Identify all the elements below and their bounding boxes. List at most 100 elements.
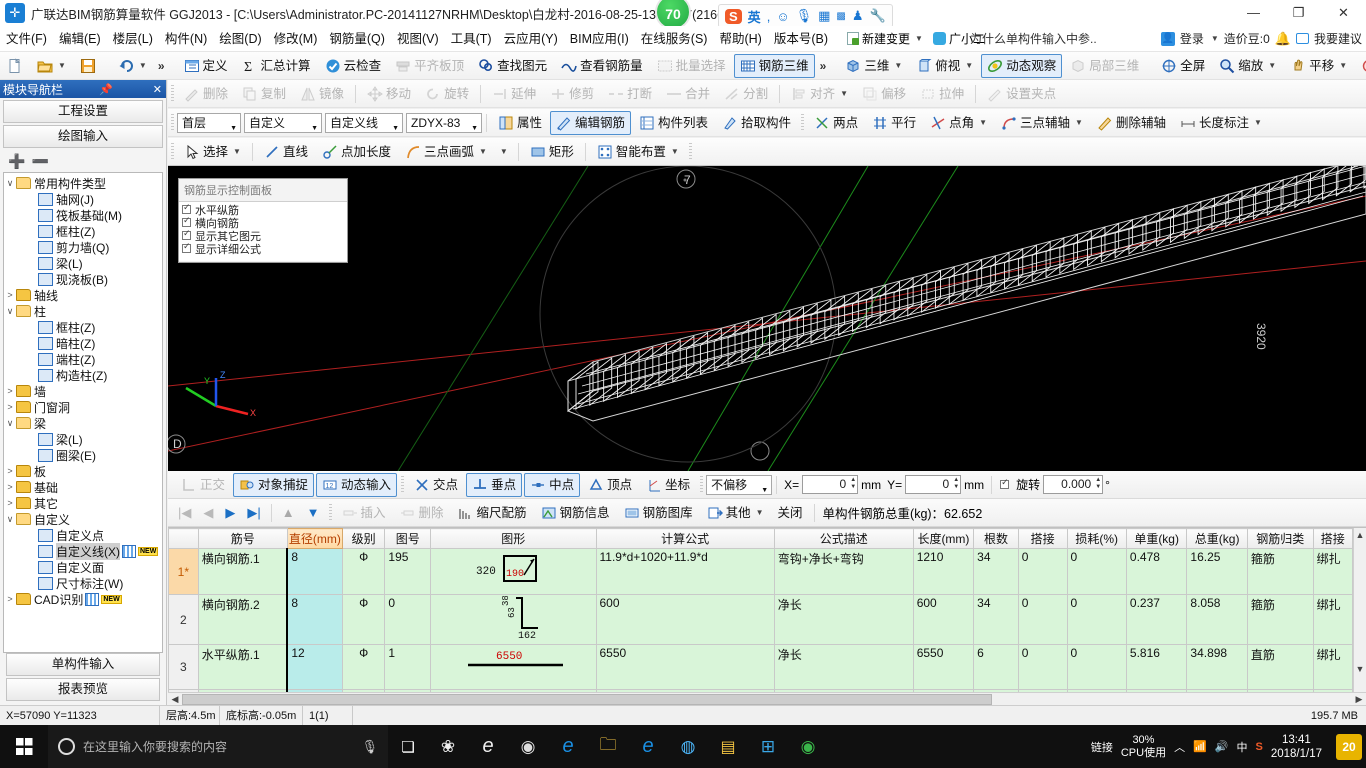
menu-item-edit[interactable]: 编辑(E) xyxy=(53,26,107,52)
tray-expand-icon[interactable]: ︿ xyxy=(1174,739,1185,755)
tray-sogou-icon[interactable]: S xyxy=(1255,741,1262,753)
view-3d-chevron-icon[interactable]: ▼ xyxy=(894,57,902,75)
line-tool-button[interactable]: 直线 xyxy=(258,140,314,164)
move-down-button[interactable]: ▼ xyxy=(301,505,326,520)
rebar-table[interactable]: 筋号 直径(mm) 级别 图号 图形 计算公式 公式描述 长度(mm) 根数 搭… xyxy=(168,528,1354,705)
component-tree[interactable]: ∨ 常用构件类型 轴网(J) 筏板基础(M) 框柱(Z) 剪力墙(Q) 梁(L) 现浇板(B)… xyxy=(3,172,163,653)
length-dim-chevron-icon[interactable]: ▼ xyxy=(1254,114,1262,132)
cell-unit-weight[interactable]: 0.478 xyxy=(1125,548,1188,595)
view-3d-button[interactable]: 三维 ▼ xyxy=(839,54,908,78)
opera-icon[interactable]: ◉ xyxy=(788,725,828,768)
cell-diameter[interactable]: 8 xyxy=(286,548,343,595)
microphone-icon[interactable]: 🎙 xyxy=(361,739,378,755)
point-angle-chevron-icon[interactable]: ▼ xyxy=(979,114,987,132)
th-total-weight[interactable]: 总重(kg) xyxy=(1186,528,1248,549)
zoom-chevron-icon[interactable]: ▼ xyxy=(1268,57,1276,75)
merge-button[interactable]: 合并 xyxy=(660,82,716,106)
snap-group-grip[interactable] xyxy=(401,475,405,494)
tree-item-自定义线x[interactable]: 自定义线(X) NEW xyxy=(4,542,162,560)
ime-settings-icon[interactable]: 🔧 xyxy=(870,8,886,24)
snap-coordinate[interactable]: 坐标 xyxy=(640,473,696,497)
th-lap[interactable]: 搭接 xyxy=(1017,528,1068,549)
row-number[interactable]: 1* xyxy=(168,548,199,595)
minimize-button[interactable]: — xyxy=(1231,0,1276,26)
cell-length[interactable]: 1210 xyxy=(912,548,975,595)
menu-item-floor[interactable]: 楼层(L) xyxy=(107,26,159,52)
cell-lap[interactable]: 0 xyxy=(1017,548,1068,595)
rebar-info-button[interactable]: 钢筋信息 xyxy=(535,501,616,525)
insert-row-button[interactable]: 插入 xyxy=(336,501,392,525)
ime-extra-icon[interactable]: ▩ xyxy=(836,11,845,22)
cell-formula[interactable]: 6550 xyxy=(595,644,775,690)
fullscreen-button[interactable]: 全屏 xyxy=(1155,54,1211,78)
close-icon[interactable]: ✕ xyxy=(149,83,166,96)
tree-item-cad识别[interactable]: > CAD识别 NEW xyxy=(4,591,162,607)
report-preview-button[interactable]: 报表预览 xyxy=(6,678,160,701)
cell-formula-desc[interactable]: 净长 xyxy=(773,594,914,645)
nav-next-button[interactable]: ▶ xyxy=(219,505,241,521)
ime-skin-icon[interactable]: ♟ xyxy=(852,8,864,24)
cell-shape[interactable]: 6550 xyxy=(430,644,597,690)
pan-chevron-icon[interactable]: ▼ xyxy=(1339,57,1347,75)
th-unit-weight[interactable]: 单重(kg) xyxy=(1125,528,1188,549)
tree-item-剪力墙q[interactable]: 剪力墙(Q) xyxy=(4,239,162,255)
grid-vertical-scrollbar[interactable]: ▲ ▼ xyxy=(1353,528,1366,693)
chevron-right-icon[interactable]: > xyxy=(4,498,16,508)
cell-total-weight[interactable]: 16.25 xyxy=(1186,548,1248,595)
cell-count[interactable]: 34 xyxy=(973,548,1019,595)
offset-button[interactable]: 偏移 xyxy=(856,82,912,106)
snap-midpoint[interactable]: 中点 xyxy=(524,472,581,497)
component-toolbar[interactable]: 首层 ▼ 自定义 ▼ 自定义线 ▼ ZDYX-83 ▼ 属性 编辑钢筋 构件列表 xyxy=(168,109,1366,137)
toolbar-grip[interactable] xyxy=(171,84,174,103)
collapse-all-icon[interactable]: ➖ xyxy=(31,153,48,170)
select-tool-button[interactable]: 选择 ▼ xyxy=(178,140,247,164)
note-icon[interactable]: ▤ xyxy=(708,725,748,768)
tree-item-尺寸标注w[interactable]: 尺寸标注(W) xyxy=(4,575,162,591)
ime-punct-icon[interactable]: , xyxy=(767,9,771,24)
chevron-right-icon[interactable]: > xyxy=(4,386,16,396)
chevron-down-icon[interactable]: ∨ xyxy=(4,306,16,317)
quick-overflow-button[interactable]: » xyxy=(154,59,169,73)
chevron-down-icon[interactable]: ∨ xyxy=(4,418,16,429)
ie-icon[interactable]: e xyxy=(468,725,508,768)
smart-layout-button[interactable]: 智能布置 ▼ xyxy=(591,140,685,164)
tree-item-自定义[interactable]: ∨ 自定义 xyxy=(4,511,162,527)
dynamic-input-toggle[interactable]: 12 动态输入 xyxy=(316,472,398,497)
cell-formula-desc[interactable]: 弯钩+净长+弯钩 xyxy=(773,548,914,595)
table-row[interactable]: 3 水平纵筋.1 12 Ф 1 6550 6550 净长 6550 6 0 0 … xyxy=(168,644,1354,690)
chevron-down-icon[interactable]: ▼ xyxy=(915,34,923,43)
cell-rebar-class[interactable]: 箍筋 xyxy=(1246,594,1314,645)
cell-grade[interactable]: Ф xyxy=(341,594,386,645)
chrome-icon[interactable]: ◍ xyxy=(668,725,708,768)
cell-grade[interactable]: Ф xyxy=(341,644,386,690)
cell-loss[interactable]: 0 xyxy=(1066,594,1127,645)
row-number[interactable]: 3 xyxy=(168,644,199,690)
component-list-button[interactable]: 构件列表 xyxy=(633,111,714,135)
system-tray[interactable]: 链接 30% CPU使用 ︿ 📶 🔊 中 S 13:41 2018/1/17 2… xyxy=(1091,733,1366,761)
nav-last-button[interactable]: ▶| xyxy=(241,505,266,521)
checkbox-icon[interactable] xyxy=(182,228,191,240)
rebar-3d-button[interactable]: 钢筋三维 xyxy=(733,53,815,78)
offset-mode-chevron-icon[interactable]: ▼ xyxy=(761,482,768,500)
cell-rebar-class[interactable]: 直筋 xyxy=(1246,644,1314,690)
parallel-button[interactable]: 平行 xyxy=(866,111,922,135)
pin-icon[interactable]: 📌 xyxy=(95,83,117,96)
open-file-button[interactable]: ▼ xyxy=(31,54,72,78)
promo-text[interactable]: 为什么单构件输入中参.. xyxy=(970,30,1097,47)
new-change-button[interactable]: 新建变更 ▼ xyxy=(842,30,928,47)
cell-figure-no[interactable]: 0 xyxy=(384,594,431,645)
cell-lap[interactable]: 0 xyxy=(1017,594,1068,645)
ime-emoji-icon[interactable]: ☺ xyxy=(776,9,789,24)
th-formula-desc[interactable]: 公式描述 xyxy=(773,528,914,549)
windows-taskbar[interactable]: 在这里输入你要搜索的内容 🎙 ❏ ❀ e ◉ e 🗀 e ◍ ▤ ⊞ ◉ 链接 … xyxy=(0,725,1366,768)
chevron-down-icon[interactable]: ∨ xyxy=(4,178,16,189)
chevron-right-icon[interactable]: > xyxy=(4,594,16,604)
category-select-chevron-icon[interactable]: ▼ xyxy=(311,120,318,138)
tree-item-端柱z[interactable]: 端柱(Z) xyxy=(4,351,162,367)
explorer-icon[interactable]: 🗀 xyxy=(588,725,628,768)
th-rebar-class[interactable]: 钢筋归类 xyxy=(1246,528,1314,549)
project-settings-button[interactable]: 工程设置 xyxy=(3,100,163,123)
grid-horizontal-scrollbar[interactable]: ◀ ▶ xyxy=(168,692,1366,705)
snap-perpendicular[interactable]: 垂点 xyxy=(466,472,523,497)
properties-button[interactable]: 属性 xyxy=(492,111,548,135)
